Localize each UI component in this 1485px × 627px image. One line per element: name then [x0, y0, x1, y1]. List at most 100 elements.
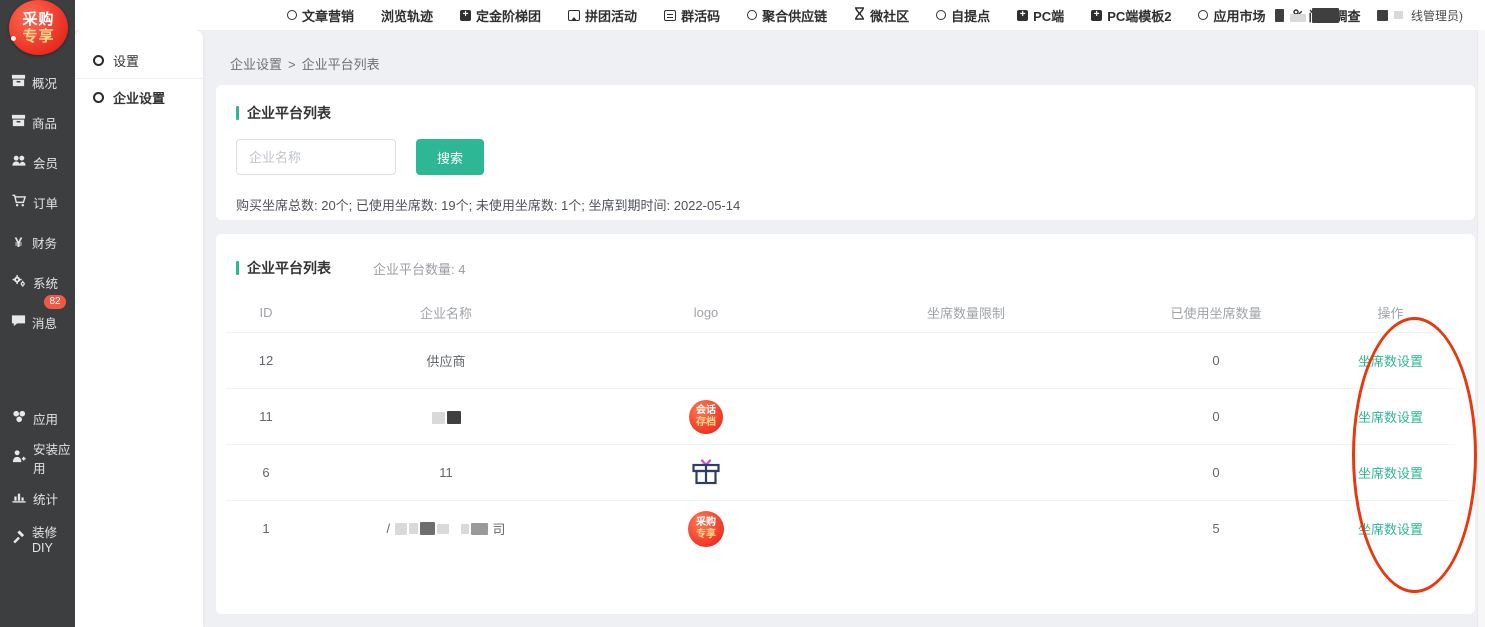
subsidebar-item-settings[interactable]: 设置 [75, 42, 203, 78]
seat-settings-link[interactable]: 坐席数设置 [1358, 522, 1423, 537]
enterprise-platform-table-card: 企业平台列表 企业平台数量: 4 ID 企业名称 logo 坐席数量限制 已使用… [216, 234, 1475, 614]
topnav-item-group-buy-activity[interactable]: 拼团活动 [568, 6, 637, 25]
table-row: 11 会话 存档 0 坐席数设置 [226, 388, 1455, 444]
comment-icon [11, 313, 26, 331]
sidebar-item-decorate-diy[interactable]: 装修DIY [0, 518, 75, 558]
cell-logo: 会话 存档 [586, 400, 826, 434]
redacted-text [1312, 8, 1339, 23]
circle-icon [747, 10, 757, 20]
name-visible-suffix: 司 [492, 522, 505, 537]
name-visible-prefix: / [387, 521, 391, 536]
subsidebar-item-enterprise-settings[interactable]: 企业设置 [75, 79, 203, 115]
logo-highlight-dot [11, 36, 16, 41]
top-menu: 文章营销 浏览轨迹 定金阶梯团 拼团活动 群活码 聚合供应链 微社区 自提点 P… [287, 6, 1361, 25]
section-accent-bar [236, 106, 239, 120]
cell-id: 1 [226, 521, 306, 536]
seat-settings-link[interactable]: 坐席数设置 [1358, 466, 1423, 481]
circle-icon [936, 10, 946, 20]
redacted-text [1275, 9, 1284, 22]
qr-card-icon [664, 10, 676, 21]
sidebar-item-label: 系统 [33, 273, 58, 292]
sidebar-item-install-apps[interactable]: 安装应用 [0, 438, 75, 478]
sidebar-item-label: 装修DIY [32, 522, 75, 555]
cell-used-seats: 0 [1106, 353, 1326, 368]
topnav-item-deposit-ladder-group[interactable]: 定金阶梯团 [460, 6, 541, 25]
yen-icon: ¥ [11, 234, 26, 250]
sidebar-item-label: 安装应用 [33, 439, 75, 477]
sidebar-item-statistics[interactable]: 统计 [0, 478, 75, 518]
section-accent-bar [236, 261, 239, 275]
topnav-item-pc-template2[interactable]: PC端模板2 [1091, 6, 1171, 25]
topnav-item-browse-track[interactable]: 浏览轨迹 [381, 6, 433, 25]
install-app-icon [11, 449, 27, 467]
gears-icon [11, 273, 27, 291]
sidebar-item-goods[interactable]: 商品 [0, 102, 75, 142]
search-button[interactable]: 搜索 [416, 139, 484, 175]
topnav-item-pc-site[interactable]: PC端 [1017, 6, 1064, 25]
table-row: 6 11 0 坐席数设置 [226, 444, 1455, 500]
redacted-text [1394, 11, 1403, 19]
col-header-used-seats: 已使用坐席数量 [1106, 303, 1326, 322]
col-header-actions: 操作 [1326, 303, 1455, 322]
circle-icon [287, 10, 297, 20]
sidebar-item-overview[interactable]: 概况 [0, 62, 75, 102]
sidebar-item-label: 商品 [32, 113, 57, 132]
main-content: 企业设置>企业平台列表 企业平台列表 搜索 购买坐席总数: 20个; 已使用坐席… [203, 30, 1485, 627]
enterprise-name-input[interactable] [236, 139, 396, 175]
topnav-item-article-marketing[interactable]: 文章营销 [287, 6, 354, 25]
topnav-item-self-pickup[interactable]: 自提点 [936, 6, 990, 25]
section-title: 企业平台列表 [247, 103, 331, 123]
app-logo[interactable]: 采购 专享 [9, 0, 68, 55]
scrollbar[interactable] [1477, 30, 1485, 627]
sidebar-item-orders[interactable]: 订单 [0, 182, 75, 222]
enterprise-search-card: 企业平台列表 搜索 购买坐席总数: 20个; 已使用坐席数: 19个; 未使用坐… [216, 85, 1475, 220]
cell-enterprise-name: / 司 [306, 519, 586, 538]
col-header-id: ID [226, 305, 306, 320]
topnav-label: 文章营销 [302, 6, 354, 25]
redacted-text [409, 523, 418, 534]
topnav-label: 群活码 [681, 6, 720, 25]
redacted-spacer [451, 528, 459, 529]
sidebar-item-members[interactable]: 会员 [0, 142, 75, 182]
table-row: 1 / 司 采购 专享 5 坐席数设置 [226, 500, 1455, 556]
enterprise-table: ID 企业名称 logo 坐席数量限制 已使用坐席数量 操作 12 供应商 0 … [226, 292, 1455, 556]
topnav-label: 浏览轨迹 [381, 6, 433, 25]
cell-enterprise-name: 11 [306, 465, 586, 480]
seat-settings-link[interactable]: 坐席数设置 [1358, 410, 1423, 425]
seat-settings-link[interactable]: 坐席数设置 [1358, 354, 1423, 369]
sidebar-item-label: 应用 [33, 409, 58, 428]
sidebar-item-apps[interactable]: 应用 [0, 398, 75, 438]
sidebar-item-finance[interactable]: ¥ 财务 [0, 222, 75, 262]
redacted-text [1377, 10, 1388, 21]
sidebar-item-messages[interactable]: 82 消息 [0, 302, 75, 342]
top-navbar: 文章营销 浏览轨迹 定金阶梯团 拼团活动 群活码 聚合供应链 微社区 自提点 P… [75, 0, 1485, 30]
sidebar-item-label: 订单 [33, 193, 58, 212]
topnav-label: 微社区 [870, 6, 909, 25]
square-plus-icon [460, 10, 471, 21]
cell-logo: 采购 专享 [586, 511, 826, 547]
topnav-item-micro-community[interactable]: 微社区 [854, 6, 909, 25]
circle-icon [93, 55, 104, 66]
subsidebar-item-label: 设置 [113, 51, 139, 70]
redacted-text [461, 524, 469, 534]
cell-used-seats: 0 [1106, 409, 1326, 424]
table-header-row: ID 企业名称 logo 坐席数量限制 已使用坐席数量 操作 [226, 292, 1455, 332]
online-admin-label: 线管理员) [1411, 7, 1463, 24]
topnav-item-aggregate-supply-chain[interactable]: 聚合供应链 [747, 6, 827, 25]
logo-text-line1: 会话 [696, 405, 716, 417]
topnav-item-app-market[interactable]: 应用市场 [1198, 6, 1265, 25]
cell-id: 12 [226, 353, 306, 368]
users-icon [11, 153, 27, 171]
redacted-spacer [1345, 15, 1371, 16]
cell-used-seats: 5 [1106, 521, 1326, 536]
archive-icon [11, 73, 26, 91]
redacted-text [432, 412, 445, 424]
breadcrumb: 企业设置>企业平台列表 [230, 54, 1475, 73]
hammer-icon [11, 529, 26, 547]
session-archive-logo: 会话 存档 [689, 400, 723, 434]
topnav-item-group-qr-code[interactable]: 群活码 [664, 6, 720, 25]
circle-icon [1198, 10, 1208, 20]
seat-stats-line: 购买坐席总数: 20个; 已使用坐席数: 19个; 未使用坐席数: 1个; 坐席… [236, 195, 1455, 214]
user-account-area[interactable]: 线管理员) [1275, 0, 1463, 30]
breadcrumb-part[interactable]: 企业设置 [230, 57, 282, 72]
